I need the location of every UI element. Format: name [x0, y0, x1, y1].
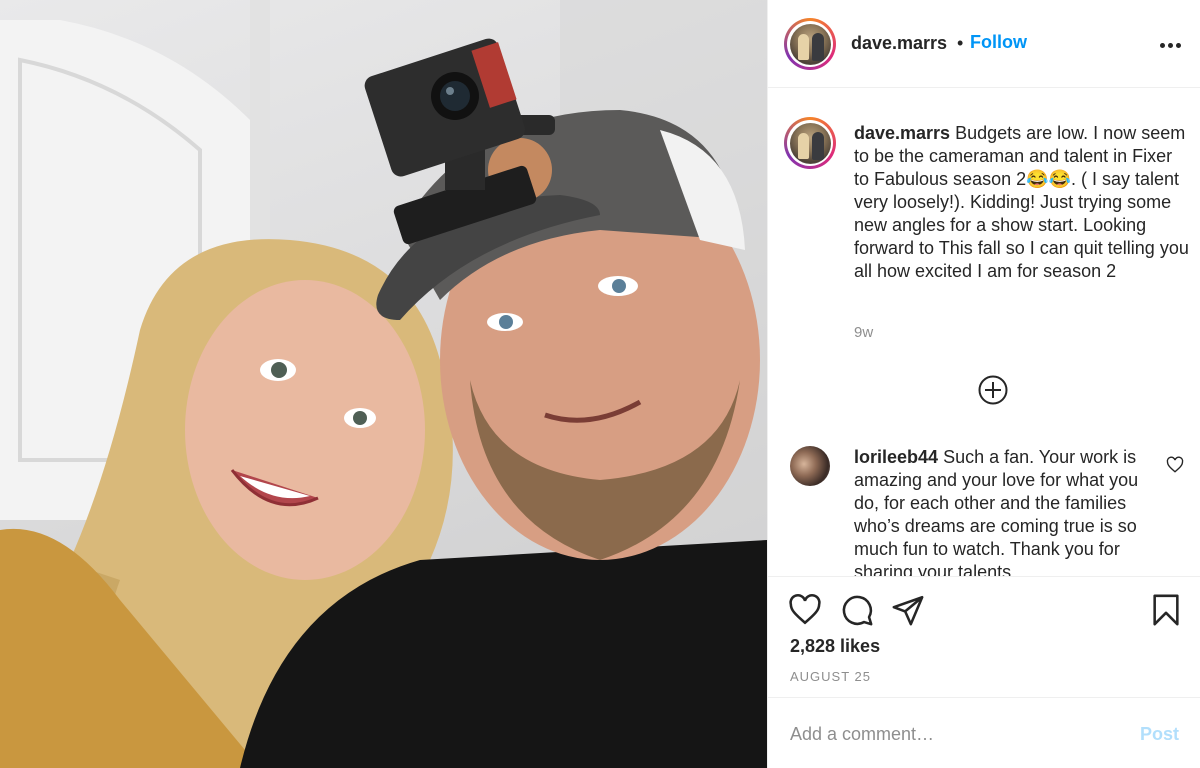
speech-bubble-icon[interactable]	[840, 593, 874, 627]
likes-count[interactable]: 2,828 likes	[790, 636, 880, 657]
add-comment-bar: Post	[768, 697, 1200, 768]
author-avatar[interactable]	[784, 18, 836, 70]
commenter-avatar[interactable]	[790, 446, 830, 486]
author-username[interactable]: dave.marrs	[851, 33, 947, 54]
post-comment-button[interactable]: Post	[1140, 724, 1179, 745]
post-caption: dave.marrs Budgets are low. I now seem t…	[854, 122, 1189, 283]
paper-plane-icon[interactable]	[891, 593, 925, 627]
separator-dot: •	[957, 33, 964, 53]
plus-circle-icon[interactable]	[978, 375, 1008, 405]
caption-author-avatar[interactable]	[784, 117, 836, 169]
post-date[interactable]: AUGUST 25	[790, 669, 871, 684]
bookmark-icon[interactable]	[1149, 593, 1183, 627]
heart-icon[interactable]	[788, 593, 822, 627]
post-side-panel: dave.marrs • Follow dave.marrs Budgets a…	[767, 0, 1200, 768]
post-actions: 2,828 likes AUGUST 25	[768, 576, 1200, 697]
commenter-username[interactable]: lorileeb44	[854, 447, 938, 467]
comment-item: lorileeb44 Such a fan. Your work is amaz…	[854, 446, 1154, 576]
selfie-image	[0, 0, 767, 768]
caption-username[interactable]: dave.marrs	[854, 123, 950, 143]
more-options-icon[interactable]	[1160, 38, 1182, 52]
comment-like-heart-icon[interactable]	[1166, 456, 1184, 474]
comments-section[interactable]: dave.marrs Budgets are low. I now seem t…	[768, 88, 1200, 576]
post-photo[interactable]	[0, 0, 767, 768]
post-header: dave.marrs • Follow	[768, 0, 1200, 88]
post-time-ago[interactable]: 9w	[854, 324, 873, 341]
comment-input[interactable]	[790, 720, 1120, 748]
caption-body: Budgets are low. I now seem to be the ca…	[854, 123, 1189, 281]
follow-button[interactable]: Follow	[970, 32, 1027, 53]
